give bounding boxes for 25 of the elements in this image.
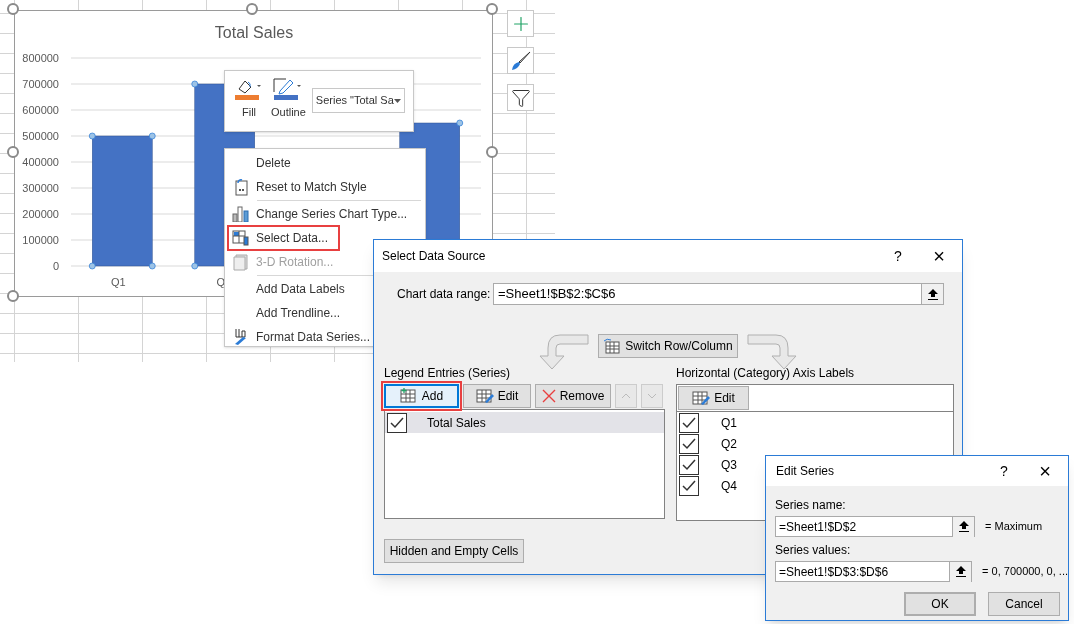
axis-tick-label: 100000 [22, 234, 59, 246]
category-label: Q1 [110, 276, 126, 288]
axis-label-item: Q1 [721, 414, 737, 432]
axis-label-item: Q2 [721, 435, 737, 453]
section-label: Horizontal (Category) Axis Labels [676, 365, 856, 382]
axis-tick-label: 200000 [22, 208, 59, 220]
dialog-title: Select Data Source [382, 248, 486, 265]
dialog-title: Edit Series [776, 463, 835, 480]
field-label: Series values: [775, 542, 852, 559]
field-label: Chart data range: [397, 286, 492, 303]
axis-tick-label: 400000 [22, 156, 59, 168]
axis-tick-label: 600000 [22, 104, 59, 116]
axis-tick-label: 700000 [22, 78, 59, 90]
category-label: Q [216, 276, 226, 288]
result-text: = 0, 700000, 0, ... [982, 564, 1068, 580]
section-label: Legend Entries (Series) [384, 365, 512, 382]
axis-label-item: Q4 [721, 477, 737, 495]
chart-title: Total Sales [214, 24, 294, 41]
axis-label-item: Q3 [721, 456, 737, 474]
axis-tick-label: 0 [52, 260, 59, 272]
axis-tick-label: 800000 [22, 52, 59, 64]
axis-tick-label: 500000 [22, 130, 59, 142]
result-text: = Maximum [985, 519, 1043, 535]
field-label: Series name: [775, 497, 847, 514]
axis-tick-label: 300000 [22, 182, 59, 194]
